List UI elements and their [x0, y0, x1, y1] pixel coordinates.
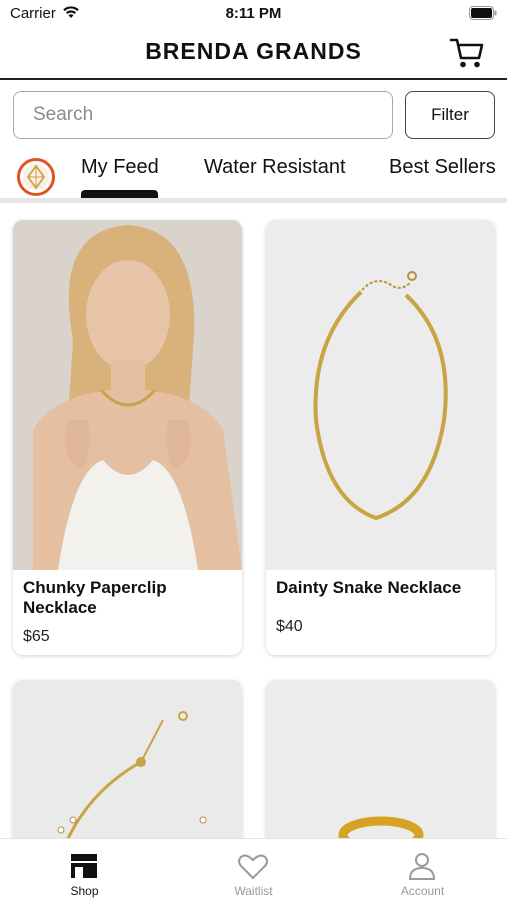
nav-shop[interactable]: Shop — [0, 839, 169, 900]
tab-my-feed[interactable]: My Feed — [81, 156, 159, 179]
product-name: Dainty Snake Necklace — [276, 578, 462, 597]
product-name: Chunky Paperclip Necklace — [23, 578, 167, 617]
nav-label: Shop — [70, 884, 99, 898]
product-card-chunky-paperclip[interactable]: Chunky Paperclip Necklace $65 — [13, 220, 242, 655]
divider — [0, 198, 507, 203]
product-card-dainty-snake[interactable]: Dainty Snake Necklace $40 — [266, 220, 495, 655]
product-price: $40 — [276, 618, 303, 635]
category-tabs: My Feed Water Resistant Best Sellers — [0, 146, 507, 202]
nav-label: Waitlist — [234, 884, 273, 898]
heart-icon — [238, 854, 268, 880]
product-image-snake-necklace — [266, 220, 495, 570]
active-tab-indicator — [81, 190, 158, 198]
search-input[interactable] — [13, 91, 393, 139]
page-title: BRENDA GRANDS — [145, 38, 362, 64]
nav-waitlist[interactable]: Waitlist — [169, 839, 338, 900]
filter-button[interactable]: Filter — [405, 91, 495, 139]
brand-logo-icon[interactable] — [17, 158, 55, 196]
user-icon — [408, 853, 436, 880]
cart-icon[interactable] — [449, 36, 485, 70]
nav-account[interactable]: Account — [338, 839, 507, 900]
nav-label: Account — [400, 884, 445, 898]
product-image-model-necklace — [13, 220, 242, 570]
tab-water-resistant[interactable]: Water Resistant — [204, 156, 346, 179]
app-header: BRENDA GRANDS — [0, 26, 507, 80]
product-price: $65 — [23, 628, 50, 645]
bottom-nav: Shop Waitlist Account — [0, 838, 507, 900]
status-bar: Carrier 8:11 PM — [0, 0, 507, 26]
status-time: 8:11 PM — [225, 5, 282, 22]
storefront-icon — [71, 854, 97, 878]
battery-icon — [469, 6, 497, 20]
tab-best-sellers[interactable]: Best Sellers — [389, 156, 496, 179]
